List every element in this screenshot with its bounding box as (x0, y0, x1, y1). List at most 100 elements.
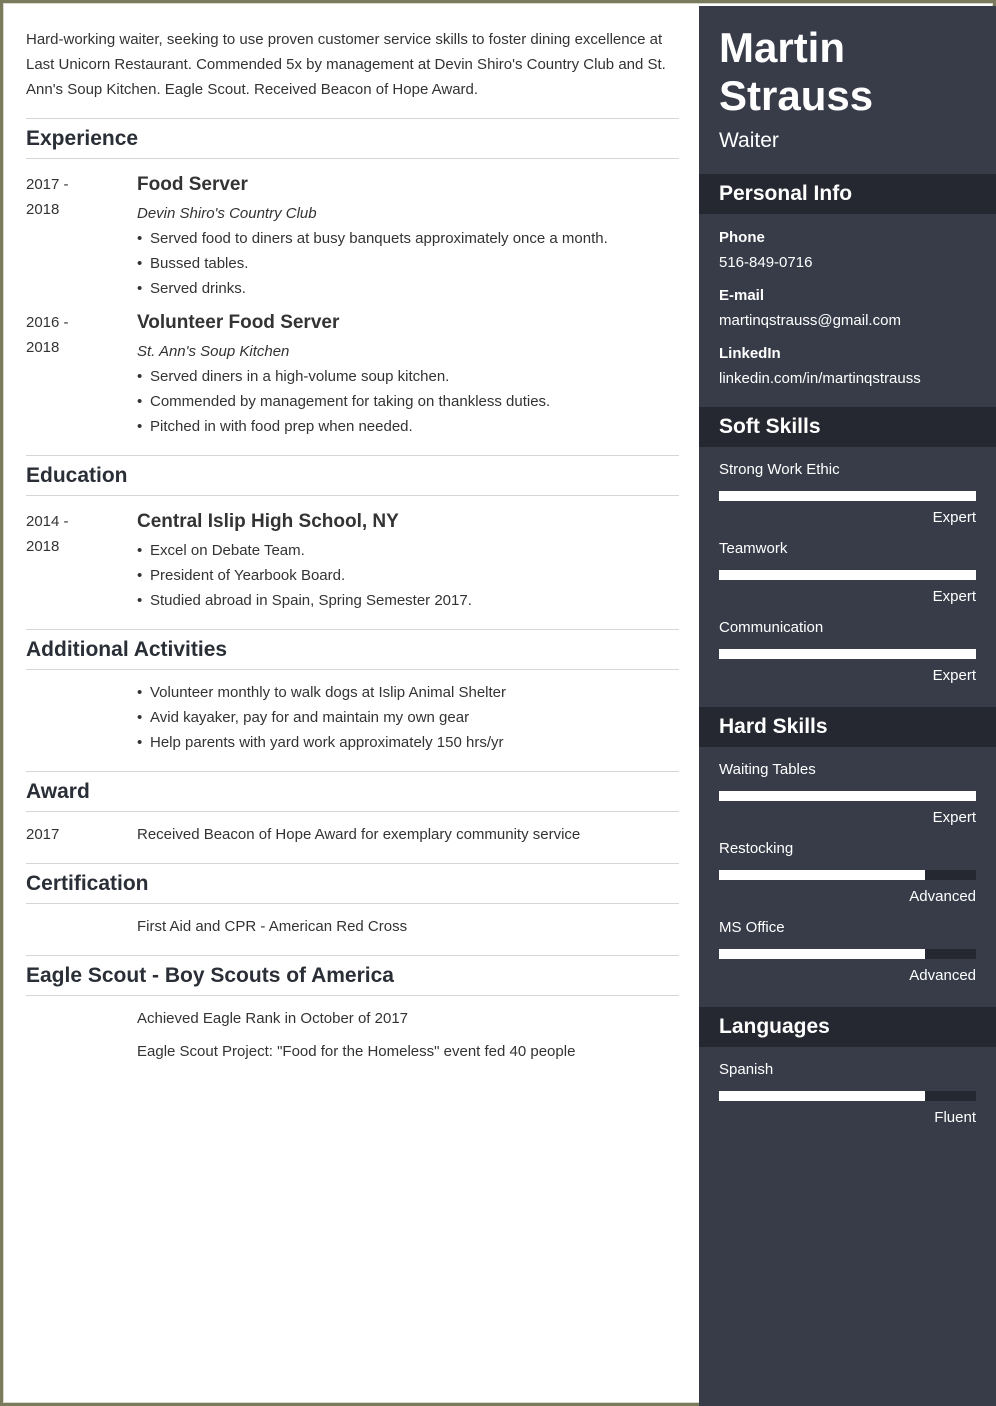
bullet-icon: • (137, 255, 143, 272)
skill-level: Expert (932, 809, 976, 826)
bullet-text: Volunteer monthly to walk dogs at Islip … (150, 684, 507, 701)
language-name: Spanish (719, 1061, 774, 1078)
entry-date: 2017 - 2018 (26, 172, 137, 301)
date-start: 2016 - (26, 314, 69, 331)
employer: St. Ann's Soup Kitchen (137, 343, 290, 360)
bullet-icon: • (137, 542, 143, 559)
skill-bar (719, 949, 976, 959)
bullet-text: Avid kayaker, pay for and maintain my ow… (150, 709, 470, 726)
section-heading-education: Education (26, 455, 679, 496)
skill-level: Advanced (909, 888, 976, 905)
date-start: 2017 - (26, 176, 69, 193)
sidebar-heading-personal-info: Personal Info (699, 174, 996, 214)
skill-level: Advanced (909, 967, 976, 984)
skill-item: Waiting Tables Expert (719, 760, 976, 828)
skill-name: Communication (719, 619, 824, 636)
phone-label: Phone (719, 229, 765, 246)
list-item: • Commended by management for taking on t… (137, 389, 679, 414)
entry-date-empty (26, 680, 137, 755)
language-bar (719, 1091, 976, 1101)
last-name: Strauss (719, 72, 874, 119)
sidebar-heading-languages: Languages (699, 1007, 996, 1047)
job-role: Waiter (719, 129, 779, 152)
skill-bar-fill (719, 791, 976, 801)
award-text: Received Beacon of Hope Award for exempl… (137, 826, 581, 843)
bullet-icon: • (137, 393, 143, 410)
main-column: Hard-working waiter, seeking to use prov… (26, 6, 679, 1064)
section-heading-certification: Certification (26, 863, 679, 904)
certification-text: First Aid and CPR - American Red Cross (137, 918, 408, 935)
bullet-icon: • (137, 592, 143, 609)
skill-item: Teamwork Expert (719, 539, 976, 607)
skill-bar-fill (719, 870, 925, 880)
school-name: Central Islip High School, NY (137, 511, 399, 532)
list-item: • Served drinks. (137, 276, 679, 301)
bullet-text: Served diners in a high-volume soup kitc… (150, 368, 450, 385)
bullet-list: • Served food to diners at busy banquets … (137, 226, 679, 301)
eagle-scout-line: Eagle Scout Project: "Food for the Homel… (137, 1043, 576, 1060)
award-date: 2017 (26, 826, 60, 843)
skill-level: Expert (932, 509, 976, 526)
skill-bar (719, 570, 976, 580)
resume-page: Hard-working waiter, seeking to use prov… (0, 0, 996, 1406)
skill-item: Communication Expert (719, 618, 976, 686)
bullet-text: Served food to diners at busy banquets a… (150, 230, 608, 247)
job-title: Food Server (137, 174, 248, 195)
date-end: 2018 (26, 201, 60, 218)
bullet-text: Bussed tables. (150, 255, 249, 272)
list-item: • Served food to diners at busy banquets … (137, 226, 679, 251)
languages-list: Spanish Fluent (699, 1047, 996, 1149)
entry-date-empty (26, 1006, 137, 1064)
bullet-text: Excel on Debate Team. (150, 542, 305, 559)
skill-bar (719, 791, 976, 801)
activities-entry: • Volunteer monthly to walk dogs at Islip… (26, 680, 679, 755)
language-item: Spanish Fluent (719, 1060, 976, 1128)
skill-name: Restocking (719, 840, 794, 857)
eagle-scout-entry: Achieved Eagle Rank in October of 2017 E… (26, 1006, 679, 1064)
section-heading-award: Award (26, 771, 679, 812)
section-heading-activities: Additional Activities (26, 629, 679, 670)
bullet-icon: • (137, 567, 143, 584)
date-end: 2018 (26, 339, 60, 356)
experience-entry: 2016 - 2018 Volunteer Food Server St. An… (26, 310, 679, 439)
sidebar-heading-soft-skills: Soft Skills (699, 407, 996, 447)
bullet-icon: • (137, 230, 143, 247)
bullet-icon: • (137, 368, 143, 385)
candidate-name: Martin Strauss (699, 6, 996, 120)
entry-body: Volunteer Food Server St. Ann's Soup Kit… (137, 310, 679, 439)
sidebar-heading-hard-skills: Hard Skills (699, 707, 996, 747)
certification-entry: First Aid and CPR - American Red Cross (26, 914, 679, 939)
date-start: 2014 - (26, 513, 69, 530)
skill-bar (719, 491, 976, 501)
email-value[interactable]: martinqstrauss@gmail.com (719, 311, 976, 331)
list-item: • Excel on Debate Team. (137, 538, 679, 563)
skill-bar-fill (719, 649, 976, 659)
bullet-text: Studied abroad in Spain, Spring Semester… (150, 592, 472, 609)
skill-item: Strong Work Ethic Expert (719, 460, 976, 528)
entry-body: Central Islip High School, NY • Excel on … (137, 509, 679, 613)
skill-item: MS Office Advanced (719, 918, 976, 986)
section-heading-eagle-scout: Eagle Scout - Boy Scouts of America (26, 955, 679, 996)
skill-bar (719, 870, 976, 880)
email-label: E-mail (719, 287, 765, 304)
entry-body: Food Server Devin Shiro's Country Club •… (137, 172, 679, 301)
entry-date-empty (26, 914, 137, 939)
list-item: • Help parents with yard work approximate… (137, 730, 679, 755)
skill-name: Teamwork (719, 540, 788, 557)
language-level: Fluent (934, 1109, 976, 1126)
linkedin-value[interactable]: linkedin.com/in/martinqstrauss (719, 369, 976, 389)
entry-body: • Volunteer monthly to walk dogs at Islip… (137, 680, 679, 755)
list-item: • Studied abroad in Spain, Spring Semeste… (137, 588, 679, 613)
list-item: • Bussed tables. (137, 251, 679, 276)
linkedin-label: LinkedIn (719, 345, 781, 362)
skill-level: Expert (932, 667, 976, 684)
education-entry: 2014 - 2018 Central Islip High School, N… (26, 509, 679, 613)
hard-skills-list: Waiting Tables Expert Restocking Advance… (699, 747, 996, 1007)
skill-level: Expert (932, 588, 976, 605)
bullet-text: Served drinks. (150, 280, 246, 297)
sidebar: Martin Strauss Waiter Personal Info Phon… (699, 6, 996, 1406)
list-item: • Pitched in with food prep when needed. (137, 414, 679, 439)
date-end: 2018 (26, 538, 60, 555)
list-item: • Volunteer monthly to walk dogs at Islip… (137, 680, 679, 705)
bullet-list: • Excel on Debate Team. • President of Yea… (137, 538, 679, 613)
